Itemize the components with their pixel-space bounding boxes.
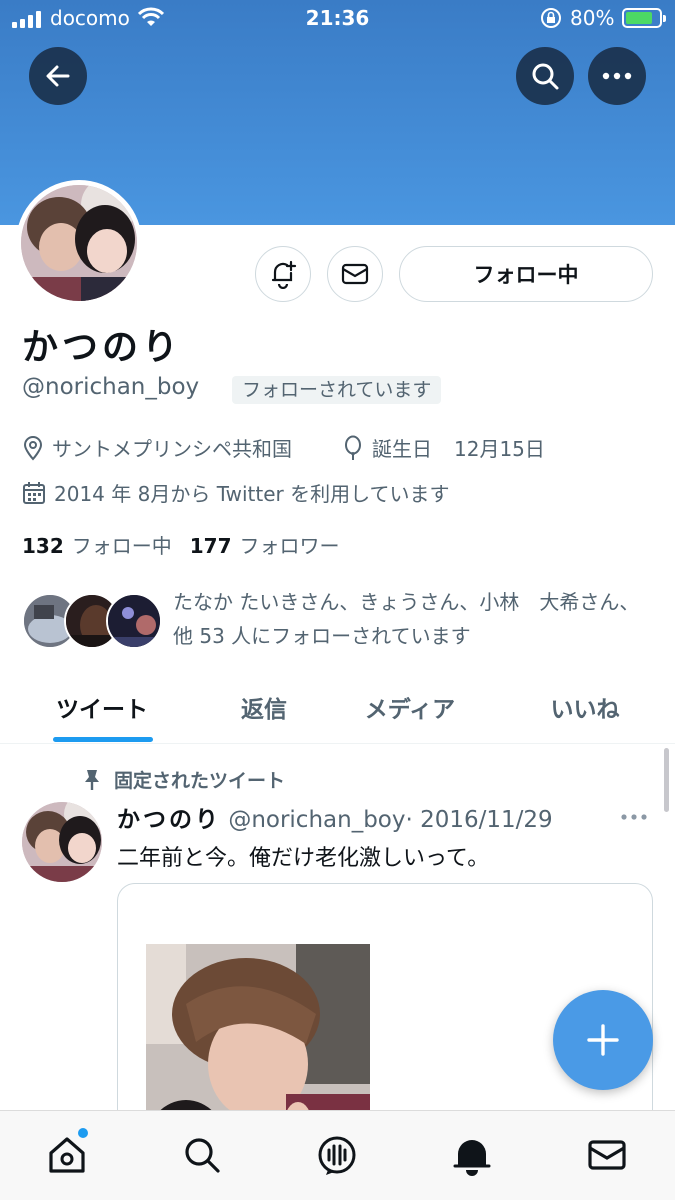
scrollbar[interactable] [664,748,669,812]
followers-label: フォロワー [239,534,340,558]
location-text: サントメプリンシペ共和国 [52,437,292,461]
tab-media[interactable]: メディア [340,670,480,744]
profile-tabs: ツイート 返信 メディア いいね [0,670,675,744]
spaces-icon [318,1136,356,1175]
profile-handle: @norichan_boy [22,374,200,400]
profile-location: サントメプリンシペ共和国 [22,433,292,462]
profile-birthday: 誕生日 12月15日 [342,433,545,462]
home-unread-dot [78,1128,88,1138]
battery-percent: 80% [570,6,615,30]
more-options-button[interactable] [588,47,646,105]
birthday-value: 12月15日 [454,437,545,461]
arrow-left-icon [46,65,70,87]
tweet-author-avatar[interactable] [22,802,102,882]
home-icon [49,1137,85,1173]
envelope-icon [341,263,369,285]
follows-you-badge: フォローされています [232,376,442,404]
pinned-tweet-label: 固定されたツイート [82,766,285,793]
more-horizontal-icon [621,814,647,820]
following-count: 132 [22,534,64,558]
followed-by-text[interactable]: たなか たいきさん、きょうさん、小林 大希さん、他 53 人にフォローされていま… [173,585,653,653]
rotation-lock-icon [540,7,562,34]
following-label: フォロー中 [71,534,172,558]
followers-link[interactable]: 177 フォロワー [190,530,340,559]
notifications-toggle-button[interactable] [255,246,311,302]
back-button[interactable] [29,47,87,105]
active-tab-indicator [53,737,153,742]
tweet-author-name[interactable]: かつのり [117,807,221,833]
tweet-date[interactable]: · 2016/11/29 [405,807,552,833]
following-button[interactable]: フォロー中 [399,246,653,302]
profile-display-name: かつのり [22,327,183,368]
tab-replies[interactable]: 返信 [190,670,338,744]
envelope-icon [588,1140,626,1170]
location-pin-icon [23,435,43,461]
bell-plus-icon [271,260,297,289]
battery-icon [622,8,666,28]
profile-joined: 2014 年 8月から Twitter を利用しています [22,478,449,507]
pin-icon [85,769,99,790]
compose-tweet-button[interactable] [553,990,653,1090]
search-icon [185,1138,220,1173]
direct-message-button[interactable] [327,246,383,302]
mutual-followers-avatars[interactable] [22,593,162,651]
joined-text: 2014 年 8月から Twitter を利用しています [54,482,450,506]
birthday-label: 誕生日 [372,437,432,461]
tweet-more-button[interactable] [620,806,648,825]
bottom-tab-bar [0,1110,675,1200]
tweet-text: 二年前と今。俺だけ老化激しいって。 [117,846,490,871]
search-icon [532,63,559,90]
tabbar-home[interactable] [45,1133,89,1177]
followers-count: 177 [189,534,232,558]
more-horizontal-icon [602,72,632,80]
tweet-author-handle: @norichan_boy [228,807,406,833]
profile-stats: 132 フォロー中 177 フォロワー [22,530,340,559]
pinned-label-text: 固定されたツイート [114,770,286,792]
status-bar: docomo 21:36 80% [0,0,675,40]
tabbar-notifications[interactable] [450,1133,494,1177]
tweet-header: かつのり @norichan_boy· 2016/11/29 [117,800,553,834]
tabbar-spaces[interactable] [315,1133,359,1177]
calendar-icon [23,481,45,504]
tabbar-search[interactable] [180,1133,224,1177]
plus-icon [587,1024,619,1056]
tabbar-messages[interactable] [585,1133,629,1177]
tab-likes[interactable]: いいね [515,670,655,744]
profile-avatar[interactable] [16,180,142,306]
avatar [106,593,162,649]
search-button[interactable] [516,47,574,105]
following-link[interactable]: 132 フォロー中 [22,530,172,559]
tab-tweets[interactable]: ツイート [22,670,182,744]
bell-icon [453,1140,491,1176]
balloon-icon [345,435,361,460]
